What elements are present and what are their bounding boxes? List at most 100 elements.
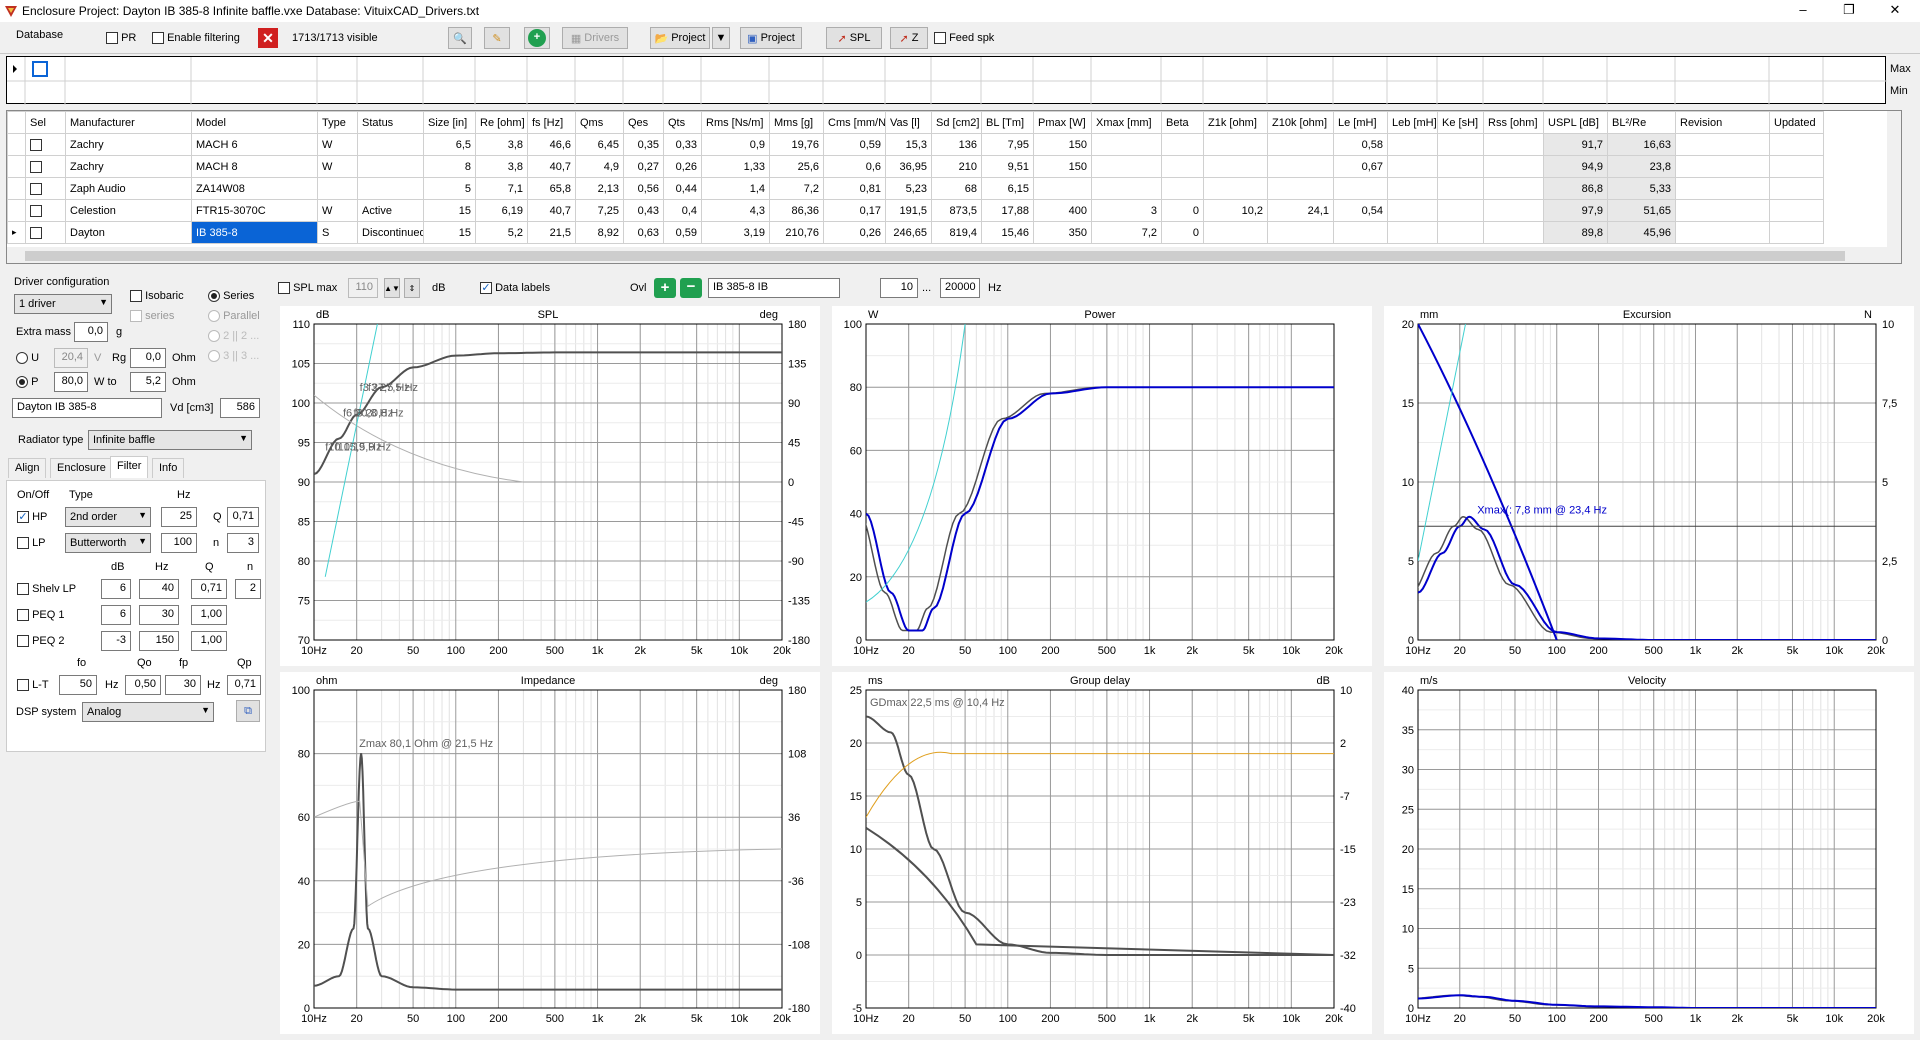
table-cell[interactable]: Zachry bbox=[65, 133, 192, 156]
table-cell[interactable] bbox=[1387, 155, 1438, 178]
hp-q-input[interactable]: 0,71 bbox=[227, 507, 259, 527]
table-cell[interactable]: 23,8 bbox=[1607, 155, 1676, 178]
driver-name-input[interactable]: Dayton IB 385-8 bbox=[12, 398, 162, 418]
column-header[interactable]: Qts bbox=[663, 111, 702, 134]
table-cell[interactable]: 191,5 bbox=[885, 199, 932, 222]
peq1-checkbox[interactable]: PEQ 1 bbox=[17, 609, 64, 622]
shelv-checkbox[interactable]: Shelv LP bbox=[17, 583, 76, 596]
table-cell[interactable]: 7,1 bbox=[475, 177, 528, 200]
extra-mass-input[interactable]: 0,0 bbox=[74, 322, 108, 342]
table-cell[interactable]: Dayton bbox=[65, 221, 192, 244]
table-cell[interactable]: 68 bbox=[931, 177, 982, 200]
table-cell[interactable] bbox=[1483, 155, 1544, 178]
lt-fo-input[interactable]: 50 bbox=[59, 675, 97, 695]
data-labels-checkbox[interactable]: Data labels bbox=[480, 282, 550, 295]
shelv-q-input[interactable]: 0,71 bbox=[191, 579, 227, 599]
project-open-button[interactable]: 📂 Project bbox=[650, 27, 710, 49]
table-cell[interactable] bbox=[357, 133, 424, 156]
u-radio[interactable]: U bbox=[16, 352, 39, 365]
table-cell[interactable]: 15 bbox=[423, 199, 476, 222]
pr-checkbox[interactable]: PR bbox=[106, 32, 136, 45]
column-header[interactable]: Ke [sH] bbox=[1437, 111, 1484, 134]
tab-enclosure[interactable]: Enclosure bbox=[50, 458, 113, 478]
peq2-checkbox[interactable]: PEQ 2 bbox=[17, 635, 64, 648]
table-cell[interactable] bbox=[1437, 199, 1484, 222]
table-cell[interactable] bbox=[1675, 221, 1770, 244]
table-row[interactable]: Celestion FTR15-3070C W Active 15 6,19 40,7 7,2… bbox=[7, 199, 1824, 222]
table-cell[interactable] bbox=[357, 155, 424, 178]
tab-info[interactable]: Info bbox=[152, 458, 185, 478]
table-cell[interactable]: 0,17 bbox=[823, 199, 886, 222]
table-cell[interactable]: 0,81 bbox=[823, 177, 886, 200]
table-cell[interactable]: 86,36 bbox=[769, 199, 824, 222]
power-chart[interactable]: 100 80 60 40 20 0 10Hz 20 50 100 200 500 1k 2k 5k 10k 20… bbox=[832, 306, 1372, 666]
table-cell[interactable]: 0,58 bbox=[1333, 133, 1388, 156]
lp-type-select[interactable]: Butterworth ▼ bbox=[65, 533, 151, 553]
enable-filtering-checkbox[interactable]: Enable filtering bbox=[152, 32, 240, 45]
series2-checkbox[interactable]: series bbox=[130, 310, 174, 323]
column-header[interactable]: Pmax [W] bbox=[1033, 111, 1092, 134]
lt-fp-input[interactable]: 30 bbox=[165, 675, 201, 695]
table-cell[interactable]: 94,9 bbox=[1543, 155, 1608, 178]
feed-spk-checkbox[interactable]: Feed spk bbox=[934, 32, 994, 45]
series-radio[interactable]: Series bbox=[208, 290, 254, 303]
shelv-n-input[interactable]: 2 bbox=[235, 579, 261, 599]
column-header[interactable]: Revision bbox=[1675, 111, 1770, 134]
table-cell[interactable] bbox=[1203, 177, 1268, 200]
table-cell[interactable] bbox=[1675, 177, 1770, 200]
add-button[interactable]: + bbox=[524, 27, 550, 49]
group-delay-chart[interactable]: 25 20 15 10 5 0 -5 10 2 -7 -15 -23 -32 -40 10Hz 20 50 100… bbox=[832, 672, 1372, 1034]
table-cell[interactable]: 40,7 bbox=[527, 199, 576, 222]
row-checkbox[interactable] bbox=[30, 138, 42, 151]
table-cell[interactable]: 350 bbox=[1033, 221, 1092, 244]
column-header[interactable]: Cms [mm/N] bbox=[823, 111, 886, 134]
table-cell[interactable] bbox=[1033, 177, 1092, 200]
column-header[interactable]: fs [Hz] bbox=[527, 111, 576, 134]
lt-checkbox[interactable]: L-T bbox=[17, 679, 49, 692]
column-header[interactable]: Le [mH] bbox=[1333, 111, 1388, 134]
table-cell[interactable]: 6,19 bbox=[475, 199, 528, 222]
table-cell[interactable]: MACH 6 bbox=[191, 133, 318, 156]
spl-max-input[interactable]: 110 bbox=[348, 278, 378, 298]
table-cell[interactable] bbox=[1267, 133, 1334, 156]
select-checkbox[interactable] bbox=[25, 221, 66, 244]
table-cell[interactable] bbox=[1437, 133, 1484, 156]
peq1-db-input[interactable]: 6 bbox=[101, 605, 131, 625]
table-cell[interactable]: 46,6 bbox=[527, 133, 576, 156]
table-cell[interactable]: 0 bbox=[1161, 199, 1204, 222]
table-cell[interactable]: Celestion bbox=[65, 199, 192, 222]
table-cell[interactable]: 246,65 bbox=[885, 221, 932, 244]
table-cell[interactable]: 5,2 bbox=[475, 221, 528, 244]
radiator-type-select[interactable]: Infinite baffle ▼ bbox=[88, 430, 252, 450]
select-checkbox[interactable] bbox=[25, 133, 66, 156]
z-export-button[interactable]: ➚ Z bbox=[890, 27, 928, 49]
table-cell[interactable]: IB 385-8 bbox=[191, 221, 318, 244]
spl-export-button[interactable]: ➚ SPL bbox=[826, 27, 882, 49]
table-cell[interactable] bbox=[1387, 133, 1438, 156]
table-cell[interactable] bbox=[1483, 221, 1544, 244]
table-cell[interactable] bbox=[1675, 133, 1770, 156]
table-cell[interactable]: 5,23 bbox=[885, 177, 932, 200]
table-cell[interactable]: 6,5 bbox=[423, 133, 476, 156]
u-input[interactable]: 20,4 bbox=[54, 348, 88, 368]
wto-input[interactable]: 5,2 bbox=[130, 372, 166, 392]
table-cell[interactable] bbox=[1333, 221, 1388, 244]
column-header[interactable]: Sd [cm2] bbox=[931, 111, 982, 134]
table-cell[interactable] bbox=[317, 177, 358, 200]
column-header[interactable]: Manufacturer bbox=[65, 111, 192, 134]
table-cell[interactable] bbox=[1769, 177, 1824, 200]
table-cell[interactable]: W bbox=[317, 155, 358, 178]
table-cell[interactable]: 136 bbox=[931, 133, 982, 156]
table-cell[interactable]: 3,19 bbox=[701, 221, 770, 244]
row-header[interactable] bbox=[7, 177, 26, 200]
table-cell[interactable]: MACH 8 bbox=[191, 155, 318, 178]
freq-from-input[interactable]: 10 bbox=[880, 278, 918, 298]
table-cell[interactable] bbox=[1675, 199, 1770, 222]
table-cell[interactable]: ZA14W08 bbox=[191, 177, 318, 200]
table-cell[interactable]: Zaph Audio bbox=[65, 177, 192, 200]
clear-filter-button[interactable]: ✕ bbox=[256, 27, 280, 49]
column-header[interactable]: Size [in] bbox=[423, 111, 476, 134]
table-cell[interactable]: 45,96 bbox=[1607, 221, 1676, 244]
lt-qp-input[interactable]: 0,71 bbox=[227, 675, 261, 695]
table-cell[interactable]: 8 bbox=[423, 155, 476, 178]
